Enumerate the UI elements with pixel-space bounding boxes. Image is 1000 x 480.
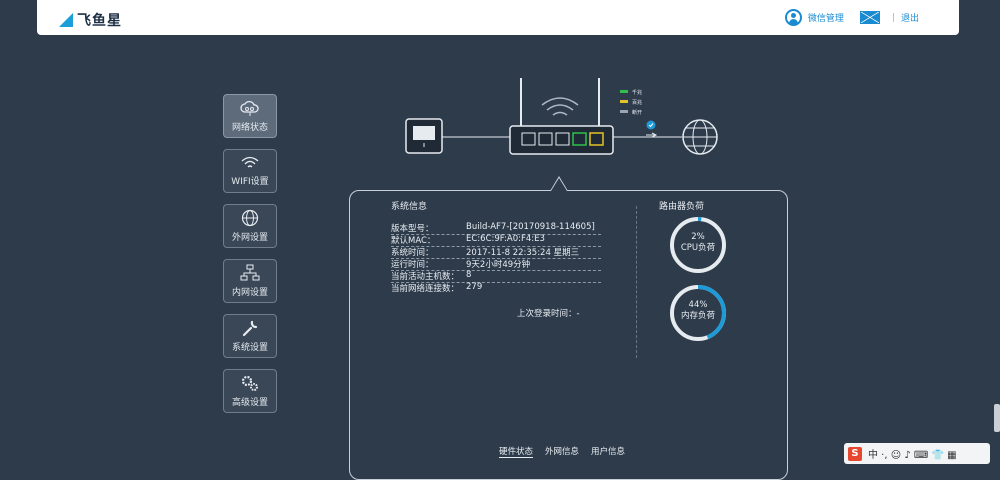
- info-key: 当前网络连接数：: [391, 284, 460, 294]
- tab-wan-info[interactable]: 外网信息: [545, 445, 579, 458]
- legend-100m: 百兆: [632, 99, 642, 106]
- nav-label: 网络状态: [231, 123, 268, 133]
- wifi-signal-icon: [541, 97, 579, 116]
- nav-label: WIFI设置: [231, 177, 269, 187]
- top-bar: 飞鱼星 微信管理 | 退出: [37, 0, 959, 35]
- logo-text: 飞鱼星: [77, 13, 122, 29]
- user-icon[interactable]: [784, 9, 802, 26]
- info-value: 2017-11-8 22:35:24 星期三: [466, 248, 580, 258]
- router-icon[interactable]: [509, 78, 614, 155]
- info-key: 运行时间：: [391, 260, 434, 270]
- nav-item-network-status[interactable]: 网络状态: [223, 94, 277, 138]
- cpu-load-gauge: 2% CPU负荷: [668, 215, 728, 275]
- legend-disconnected: 断开: [632, 109, 642, 116]
- side-nav: 网络状态 WIFI设置 外网设置 内网设置 系统设置 高级设置: [223, 94, 279, 424]
- wechat-manage-link[interactable]: 微信管理: [808, 11, 844, 24]
- globe-icon[interactable]: [682, 119, 718, 155]
- network-icon: [240, 264, 260, 281]
- tab-hardware-status[interactable]: 硬件状态: [499, 445, 534, 458]
- info-key: 当前活动主机数：: [391, 272, 460, 282]
- nav-label: 内网设置: [231, 288, 268, 298]
- tab-user-info[interactable]: 用户信息: [591, 445, 625, 458]
- cpu-percent: 2%: [691, 232, 705, 242]
- info-value: Build-AF7-[20170918-114605]: [466, 222, 595, 232]
- wrench-icon: [242, 320, 258, 337]
- wifi-icon: [241, 156, 259, 168]
- info-key: 系统时间：: [391, 248, 434, 258]
- nav-item-lan[interactable]: 内网设置: [223, 259, 277, 303]
- last-login-time: 上次登录时间：-: [517, 309, 580, 319]
- info-value: 9天2小时49分钟: [466, 260, 531, 270]
- panel-divider: [636, 206, 637, 358]
- ime-items[interactable]: 中 ·, ☺ ♪ ⌨ 👕 ▦: [868, 446, 957, 461]
- top-right-links: 微信管理 | 退出: [784, 9, 919, 26]
- port-legend: 千兆 百兆 断开: [620, 89, 642, 116]
- bottom-tabs: 硬件状态 外网信息 用户信息: [499, 445, 625, 458]
- info-value: EC:6C:9F:A0:F4:E3: [466, 234, 545, 244]
- nav-item-system[interactable]: 系统设置: [223, 314, 277, 358]
- nav-item-wan[interactable]: 外网设置: [223, 204, 277, 248]
- logout-link[interactable]: 退出: [901, 11, 919, 24]
- scrollbar[interactable]: [994, 404, 1000, 432]
- info-value: 8: [466, 270, 472, 280]
- network-topology: 千兆 百兆 断开: [405, 78, 718, 155]
- nav-label: 系统设置: [231, 343, 268, 353]
- memory-label: 内存负荷: [680, 311, 715, 321]
- brand-logo[interactable]: 飞鱼星: [59, 10, 122, 30]
- system-info-title: 系统信息: [391, 202, 428, 212]
- cpu-label: CPU负荷: [680, 243, 716, 253]
- nav-label: 高级设置: [231, 398, 268, 408]
- legend-gigabit: 千兆: [632, 89, 642, 96]
- info-key: 默认MAC：: [391, 236, 436, 246]
- nav-item-advanced[interactable]: 高级设置: [223, 369, 277, 413]
- info-value: 279: [466, 282, 483, 292]
- internet-status-icon: [646, 120, 658, 138]
- pc-icon[interactable]: [405, 118, 443, 154]
- panel-pointer-inner: [551, 178, 567, 191]
- router-load-title: 路由器负荷: [659, 202, 705, 212]
- logo-icon: [59, 13, 73, 27]
- gears-icon: [241, 375, 258, 391]
- globe-icon: [241, 209, 259, 227]
- ime-logo[interactable]: S: [848, 446, 862, 461]
- memory-percent: 44%: [688, 300, 708, 310]
- ime-toolbar[interactable]: S 中 ·, ☺ ♪ ⌨ 👕 ▦: [844, 443, 990, 464]
- cloud-icon: [240, 100, 259, 116]
- nav-label: 外网设置: [231, 233, 268, 243]
- info-row-connections: 当前网络连接数： 279: [391, 282, 601, 294]
- memory-load-gauge: 44% 内存负荷: [668, 283, 728, 343]
- mail-icon[interactable]: [859, 11, 880, 24]
- nav-item-wifi[interactable]: WIFI设置: [223, 149, 277, 193]
- separator: |: [891, 12, 895, 23]
- info-key: 版本型号：: [391, 224, 434, 234]
